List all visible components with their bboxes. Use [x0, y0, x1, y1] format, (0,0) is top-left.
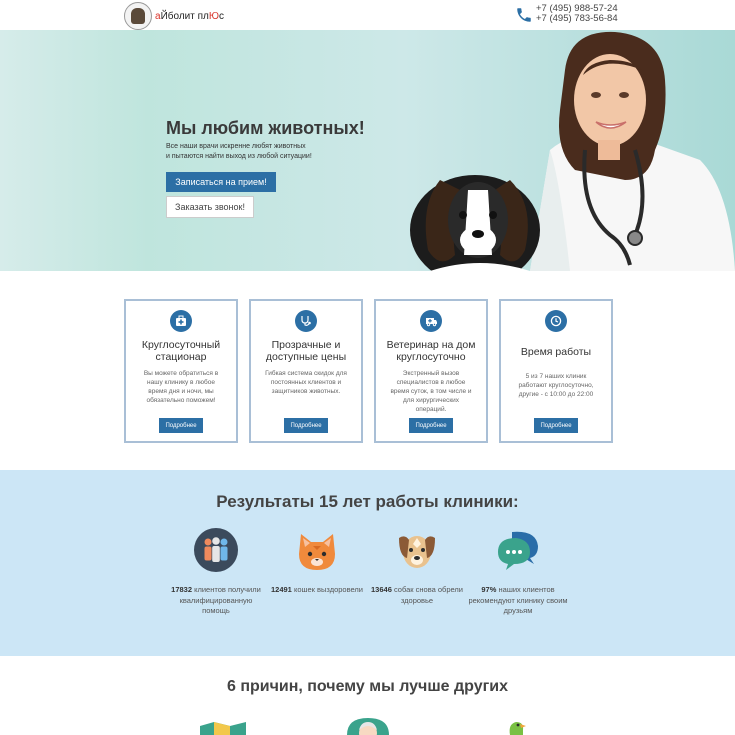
- stat-text: 97% наших клиентов рекомендуют клинику с…: [468, 585, 568, 615]
- logo[interactable]: аЙболит плЮс: [124, 2, 224, 30]
- card-title: Круглосуточный стационар: [141, 339, 221, 363]
- more-button[interactable]: Подробнее: [534, 418, 578, 433]
- map-icon: [200, 722, 246, 735]
- services-section: Круглосуточный стационар Вы можете обрат…: [0, 271, 735, 470]
- stat-item: 13646 собак снова обрели здоровье: [367, 528, 467, 606]
- stat-item: 17832 клиентов получили квалифицированну…: [166, 528, 266, 617]
- card-title: Время работы: [520, 346, 592, 358]
- ambulance-icon: [420, 310, 442, 332]
- phone-block: +7 (495) 988-57-24 +7 (495) 783-56-84: [515, 4, 618, 24]
- people-icon: [194, 528, 238, 572]
- card-title: Прозрачные и доступные цены: [265, 339, 347, 363]
- clock-icon: [545, 310, 567, 332]
- book-appointment-button[interactable]: Записаться на прием!: [166, 172, 276, 192]
- hero-title: Мы любим животных!: [166, 118, 365, 138]
- doctor-avatar-icon: [347, 718, 389, 735]
- results-section: Результаты 15 лет работы клиники: 17832 …: [0, 470, 735, 656]
- card-text: Вы можете обратиться в нашу клинику в лю…: [143, 370, 219, 404]
- stat-text: 12491 кошек выздоровели: [271, 585, 363, 594]
- first-aid-kit-icon: [170, 310, 192, 332]
- phone-number-2[interactable]: +7 (495) 783-56-84: [536, 14, 618, 24]
- service-card: Время работы 5 из 7 наших клиник работаю…: [499, 299, 613, 443]
- more-button[interactable]: Подробнее: [159, 418, 203, 433]
- order-call-button[interactable]: Заказать звонок!: [166, 196, 254, 218]
- service-card: Ветеринар на дом круглосуточно Экстренны…: [374, 299, 488, 443]
- chat-bubbles-icon: [498, 531, 538, 570]
- stat-text: 13646 собак снова обрели здоровье: [371, 585, 463, 605]
- hero-banner: Мы любим животных! Все наши врачи искрен…: [0, 30, 735, 271]
- cat-icon: [299, 534, 335, 570]
- service-card: Круглосуточный стационар Вы можете обрат…: [124, 299, 238, 443]
- card-title: Ветеринар на дом круглосуточно: [386, 339, 476, 363]
- site-header: аЙболит плЮс +7 (495) 988-57-24 +7 (495)…: [0, 0, 735, 30]
- vet-with-dog-image: [410, 31, 735, 271]
- more-button[interactable]: Подробнее: [284, 418, 328, 433]
- reasons-title: 6 причин, почему мы лучше других: [226, 678, 509, 695]
- results-title: Результаты 15 лет работы клиники:: [216, 492, 519, 511]
- stat-text: 17832 клиентов получили квалифицированну…: [171, 585, 261, 615]
- stethoscope-icon: [295, 310, 317, 332]
- parrot-icon: [509, 722, 526, 735]
- stat-item: 97% наших клиентов рекомендуют клинику с…: [468, 528, 568, 617]
- card-text: Экстренный вызов специалистов в любое вр…: [390, 370, 472, 413]
- service-card: Прозрачные и доступные цены Гибкая систе…: [249, 299, 363, 443]
- dog-icon: [399, 536, 435, 568]
- card-text: 5 из 7 наших клиник работают круглосуточ…: [518, 373, 594, 398]
- logo-text: аЙболит плЮс: [155, 10, 224, 22]
- phone-icon: [517, 8, 531, 22]
- card-text: Гибкая система скидок для постоянных кли…: [265, 370, 347, 395]
- reasons-section: 6 причин, почему мы лучше других: [0, 656, 735, 735]
- logo-dog-icon: [124, 2, 152, 30]
- more-button[interactable]: Подробнее: [409, 418, 453, 433]
- stat-item: 12491 кошек выздоровели: [267, 528, 367, 596]
- hero-subtitle: Все наши врачи искренне любят животных и…: [166, 143, 312, 160]
